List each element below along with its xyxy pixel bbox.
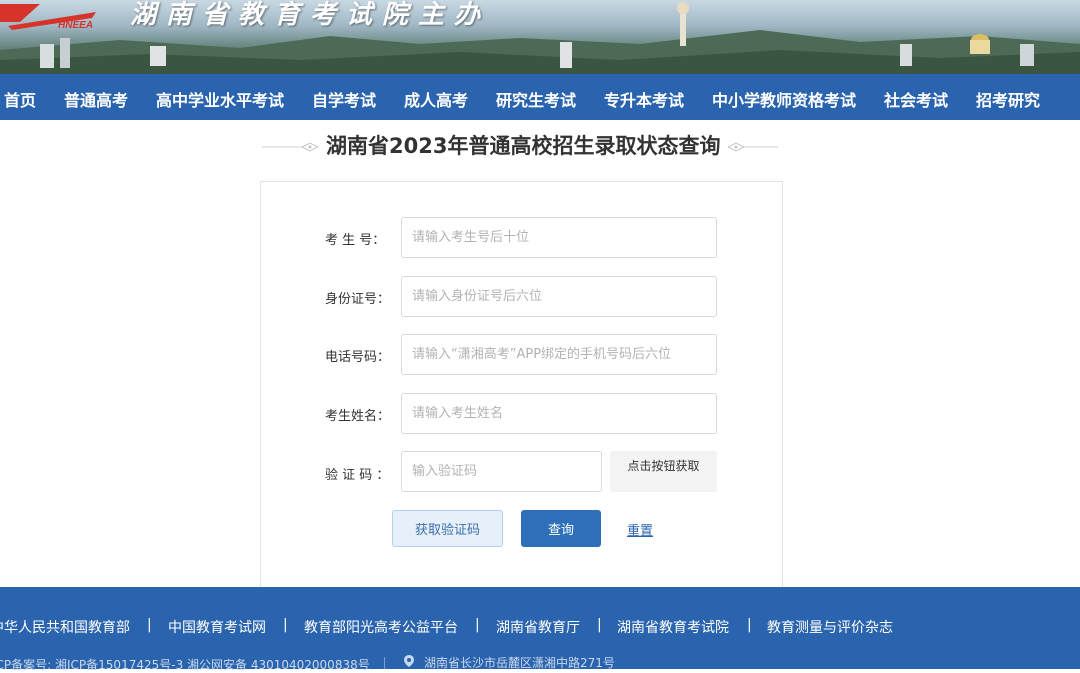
footer-separator: | [475, 617, 480, 633]
footer-link-chsi[interactable]: 教育部阳光高考公益平台 [304, 617, 458, 637]
footer-separator: | [747, 617, 752, 633]
phone-label: 电话号码： [325, 350, 391, 365]
get-code-button[interactable]: 获取验证码 [392, 510, 503, 547]
footer-divider [384, 657, 385, 669]
page-title: 湖南省2023年普通高校招生录取状态查询 [326, 134, 721, 158]
name-input[interactable] [401, 393, 717, 434]
title-decoration-left-icon [262, 142, 318, 152]
footer: 中华人民共和国教育部 | 中国教育考试网 | 教育部阳光高考公益平台 | 湖南省… [0, 587, 1080, 672]
reset-link[interactable]: 重置 [627, 520, 653, 539]
nav-item-home[interactable]: 首页 [4, 87, 36, 111]
logo-icon: HNEEA [0, 4, 96, 31]
location-pin-icon [404, 655, 414, 667]
banner-slogan: 湖南省教育考试院主办 [130, 0, 491, 30]
footer-link-hneea[interactable]: 湖南省教育考试院 [617, 617, 729, 637]
footer-link-magazine[interactable]: 教育测量与评价杂志 [767, 617, 893, 637]
main-nav: 首页 普通高考 高中学业水平考试 自学考试 成人高考 研究生考试 专升本考试 中… [0, 74, 1080, 120]
footer-icp: ICP备案号: 湘ICP备15017425号-3 湘公网安备 430104020… [0, 658, 370, 672]
id-card-input[interactable] [401, 276, 717, 317]
footer-link-neea[interactable]: 中国教育考试网 [168, 617, 266, 637]
nav-item-xueye[interactable]: 高中学业水平考试 [156, 87, 284, 111]
nav-item-shehui[interactable]: 社会考试 [884, 87, 948, 111]
name-label: 考生姓名： [325, 409, 391, 424]
nav-item-zhaokao[interactable]: 招考研究 [976, 87, 1040, 111]
captcha-image[interactable]: 点击按钮获取 [610, 451, 717, 492]
phone-input[interactable] [401, 334, 717, 375]
footer-separator: | [283, 617, 288, 633]
captcha-label: 验 证 码 ： [325, 468, 390, 483]
nav-item-chengren[interactable]: 成人高考 [404, 87, 468, 111]
query-button[interactable]: 查询 [521, 510, 601, 547]
footer-separator: | [597, 617, 602, 633]
exam-no-label: 考 生 号： [325, 233, 386, 248]
nav-item-jiaoshi[interactable]: 中小学教师资格考试 [712, 87, 856, 111]
title-decoration-right-icon [728, 142, 778, 152]
id-card-label: 身份证号： [325, 292, 391, 307]
footer-link-hnedu[interactable]: 湖南省教育厅 [496, 617, 580, 637]
title-area: 湖南省2023年普通高校招生录取状态查询 [0, 128, 1080, 164]
nav-item-zhuanshengben[interactable]: 专升本考试 [604, 87, 684, 111]
exam-no-input[interactable] [401, 217, 717, 258]
logo-text: HNEEA [58, 20, 93, 31]
footer-address: 湖南省长沙市岳麓区潇湘中路271号 [424, 656, 615, 670]
captcha-input[interactable] [401, 451, 602, 492]
nav-item-gaokao[interactable]: 普通高考 [64, 87, 128, 111]
header-banner: HNEEA 湖南省教育考试院主办 [0, 0, 1080, 74]
nav-item-yanjiusheng[interactable]: 研究生考试 [496, 87, 576, 111]
footer-separator: | [147, 617, 152, 633]
footer-link-moe[interactable]: 中华人民共和国教育部 [0, 617, 130, 637]
nav-item-zixue[interactable]: 自学考试 [312, 87, 376, 111]
